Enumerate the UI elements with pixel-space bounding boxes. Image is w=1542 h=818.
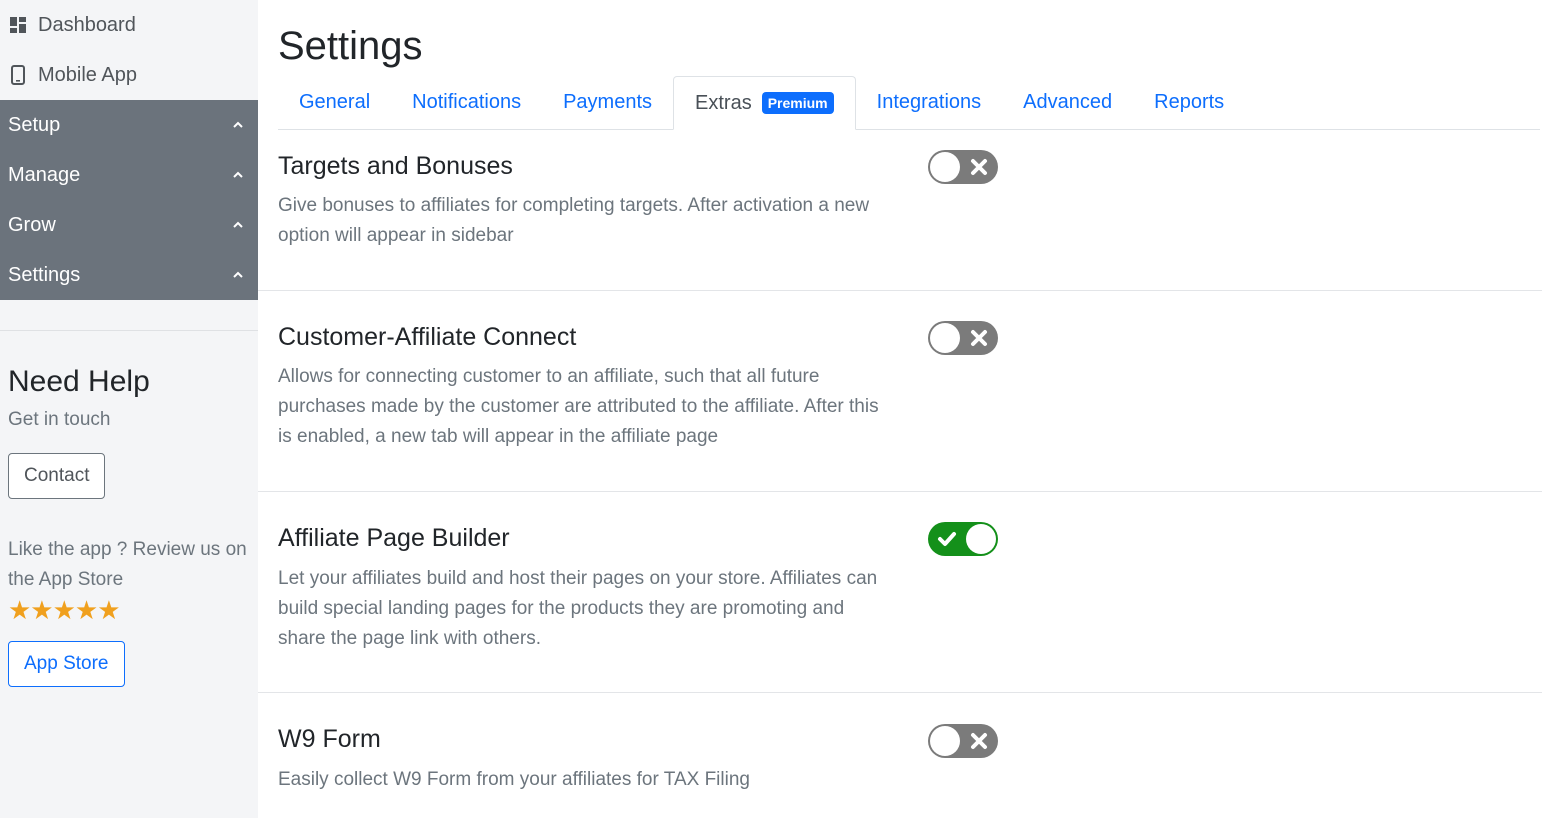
main-content: Settings General Notifications Payments … [258,0,1542,818]
settings-tabs: General Notifications Payments Extras Pr… [278,76,1540,130]
sidebar: Dashboard Mobile App Setup Manage Grow S… [0,0,258,818]
tab-general[interactable]: General [278,76,391,129]
help-section: Need Help Get in touch Contact Like the … [0,365,258,687]
toggle-knob [966,524,996,554]
toggle-knob [930,152,960,182]
setting-title: Customer-Affiliate Connect [278,323,577,351]
setting-toggle[interactable] [928,150,998,184]
premium-badge: Premium [761,92,834,114]
close-icon [971,330,987,346]
chevron-up-icon [232,169,244,181]
toggle-knob [930,323,960,353]
tab-advanced[interactable]: Advanced [1002,76,1133,129]
sidebar-item-settings[interactable]: Settings [0,250,258,300]
toggle-knob [930,726,960,756]
help-title: Need Help [8,365,150,398]
divider [258,290,1542,291]
sidebar-item-label: Settings [8,263,81,286]
setting-toggle[interactable] [928,522,998,556]
dashboard-icon [8,15,28,35]
sidebar-item-label: Mobile App [38,63,137,86]
setting-toggle[interactable] [928,724,998,758]
rating-stars: ★★★★★ [8,595,121,625]
sidebar-menu: Setup Manage Grow Settings [0,100,258,300]
tab-notifications[interactable]: Notifications [391,76,542,129]
setting-description: Give bonuses to affiliates for completin… [278,195,870,246]
tab-reports[interactable]: Reports [1133,76,1245,129]
setting-description: Easily collect W9 Form from your affilia… [278,769,750,790]
sidebar-item-mobile-app[interactable]: Mobile App [0,50,258,100]
sidebar-item-label: Setup [8,113,61,136]
setting-title: Affiliate Page Builder [278,524,510,552]
sidebar-item-dashboard[interactable]: Dashboard [0,0,258,50]
contact-button[interactable]: Contact [8,453,106,499]
tab-extras[interactable]: Extras Premium [673,76,856,130]
close-icon [971,733,987,749]
tab-label: Extras [695,91,752,114]
help-subtitle: Get in touch [8,409,111,430]
setting-description: Allows for connecting customer to an aff… [278,366,879,447]
sidebar-item-label: Grow [8,213,56,236]
chevron-up-icon [232,219,244,231]
sidebar-divider [0,330,258,331]
setting-title: W9 Form [278,725,381,753]
divider [258,692,1542,693]
divider [258,491,1542,492]
setting-description: Let your affiliates build and host their… [278,568,878,649]
sidebar-item-manage[interactable]: Manage [0,150,258,200]
sidebar-item-label: Manage [8,163,81,186]
sidebar-item-label: Dashboard [38,13,136,36]
close-icon [971,159,987,175]
setting-title: Targets and Bonuses [278,152,513,180]
tab-integrations[interactable]: Integrations [856,76,1003,129]
chevron-up-icon [232,119,244,131]
chevron-up-icon [232,269,244,281]
app-store-button[interactable]: App Store [8,641,125,687]
mobile-icon [8,65,28,85]
review-text: Like the app ? Review us on the App Stor… [8,539,247,590]
setting-toggle[interactable] [928,321,998,355]
sidebar-item-grow[interactable]: Grow [0,200,258,250]
page-title: Settings [278,24,423,68]
sidebar-item-setup[interactable]: Setup [0,100,258,150]
check-icon [938,532,956,546]
tab-payments[interactable]: Payments [542,76,673,129]
